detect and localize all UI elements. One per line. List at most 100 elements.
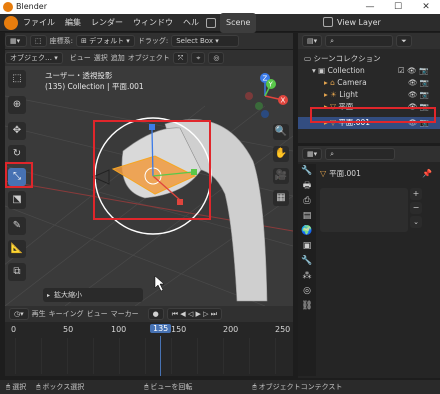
- pin-icon[interactable]: 📌: [422, 169, 432, 178]
- menu-timeline-view[interactable]: ビュー: [87, 309, 108, 319]
- camera-view-icon[interactable]: 🎥: [273, 168, 289, 184]
- collection-icon: ▾ ▣: [312, 66, 328, 75]
- list-add-button[interactable]: +: [410, 188, 422, 200]
- svg-text:Z: Z: [263, 75, 268, 83]
- properties-tab-icons[interactable]: 🔧 🖶 ⎙ ▤ 🌍 ▣ 🔧 ⁂ ◎ ⛓: [298, 164, 316, 314]
- menu-keying[interactable]: キーイング: [49, 309, 84, 319]
- frame-tick-150: 150: [171, 325, 187, 334]
- frame-tick-100: 100: [111, 325, 127, 334]
- menu-view[interactable]: ビュー: [70, 53, 91, 63]
- list-menu-button[interactable]: ⌄: [410, 216, 422, 228]
- minimize-button[interactable]: —: [356, 0, 384, 14]
- scale-tool-highlight: [5, 162, 33, 188]
- menu-marker[interactable]: マーカー: [111, 309, 139, 319]
- viewport-nav-buttons: 🔍 ✋ 🎥 ▦: [273, 124, 289, 206]
- menu-add[interactable]: 追加: [111, 53, 125, 63]
- menu-help[interactable]: ヘル: [178, 14, 204, 32]
- snap-icon[interactable]: ⌖: [191, 52, 206, 64]
- record-button[interactable]: ●: [147, 308, 164, 320]
- select-tool-button[interactable]: ⬚: [8, 70, 26, 88]
- svg-text:Y: Y: [268, 81, 274, 89]
- menu-playback[interactable]: 再生: [32, 309, 46, 319]
- blender-logo-icon: [3, 2, 13, 12]
- maximize-button[interactable]: ☐: [384, 0, 412, 14]
- blender-menu-icon[interactable]: [4, 15, 18, 30]
- outliner-header: ▤▾ ⌕ ⏷: [298, 33, 440, 49]
- menu-window[interactable]: ウィンドウ: [128, 14, 178, 32]
- editor-type-icon[interactable]: ▦▾: [5, 35, 27, 47]
- frame-tick-50: 50: [63, 325, 74, 334]
- viewport-header-tools: ▦▾ ⬚ 座標系: ⊞ デフォルト ▾ ドラッグ: Select Box ▾: [5, 33, 293, 49]
- transform-pivot-icon[interactable]: ⤧: [172, 52, 189, 64]
- outliner-selection-highlight: [310, 107, 436, 123]
- viewport-header-menus: オブジェク… ▾ ビュー 選択 追加 オブジェクト ⤧ ⌖ ◎: [5, 50, 293, 66]
- properties-editor-type-icon[interactable]: ▦▾: [302, 148, 323, 160]
- orientation-label: 座標系:: [49, 37, 73, 45]
- outliner-row-camera[interactable]: ▸ ⌂ Camera 👁 📷: [298, 77, 440, 89]
- outliner-row-light[interactable]: ▸ ☀ Light 👁 📷: [298, 89, 440, 101]
- drag-dropdown[interactable]: Select Box ▾: [171, 35, 240, 47]
- filter-icon[interactable]: ⏷: [396, 35, 412, 47]
- status-rotate-view: ビューを回転: [150, 383, 193, 391]
- playback-controls[interactable]: ⏮ ◀ ◁ ▶ ▷ ⏭: [166, 308, 222, 320]
- camera-visibility-icons[interactable]: 👁 📷: [408, 77, 429, 89]
- current-frame-indicator[interactable]: 135: [150, 324, 172, 333]
- scene-selector[interactable]: Scene: [220, 12, 257, 33]
- 3d-viewport[interactable]: ユーザー・透視投影 (135) Collection | 平面.001 ⬚ ⊕ …: [5, 66, 293, 306]
- ortho-grid-icon[interactable]: ▦: [273, 190, 289, 206]
- outliner-search[interactable]: ⌕: [325, 35, 394, 47]
- rotate-tool-button[interactable]: ↻: [8, 145, 26, 163]
- status-select: 選択: [12, 383, 27, 391]
- top-menu-bar: ファイル 編集 レンダー ウィンドウ ヘル Scene View Layer: [0, 12, 440, 33]
- tool-settings-icon[interactable]: ⬚: [30, 35, 47, 47]
- pan-hand-icon[interactable]: ✋: [273, 146, 289, 162]
- mode-selector[interactable]: オブジェク… ▾: [5, 52, 63, 64]
- add-cube-tool-button[interactable]: ⧉: [8, 263, 26, 281]
- collection-info: (135) Collection | 平面.001: [45, 82, 144, 91]
- mouse-middle-icon: 🖱: [36, 382, 41, 391]
- frame-tick-200: 200: [223, 325, 239, 334]
- transform-tool-button[interactable]: ⬔: [8, 191, 26, 209]
- zoom-icon[interactable]: 🔍: [273, 124, 289, 140]
- cursor-tool-button[interactable]: ⊕: [8, 96, 26, 114]
- light-visibility-icons[interactable]: 👁 📷: [408, 89, 429, 101]
- timeline-header: ◷▾ 再生 キーイング ビュー マーカー ● ⏮ ◀ ◁ ▶ ▷ ⏭: [5, 306, 293, 322]
- close-button[interactable]: ✕: [412, 0, 440, 14]
- menu-edit[interactable]: 編集: [60, 14, 86, 32]
- proportional-edit-icon[interactable]: ◎: [208, 52, 225, 64]
- svg-text:X: X: [281, 97, 286, 105]
- outliner-row-collection[interactable]: ▾ ▣ Collection ☑ 👁 📷: [298, 65, 440, 77]
- menu-render[interactable]: レンダー: [86, 14, 128, 32]
- properties-panel: ▦▾ ⌕ 🔧 🖶 ⎙ ▤ 🌍 ▣ 🔧 ⁂ ◎ ⛓ ▽ 平面.001 📌 + − ⌄: [298, 146, 440, 378]
- object-mesh-icon: ▽: [320, 168, 327, 178]
- mouse-right-icon: 🖱: [144, 382, 149, 391]
- timeline-track[interactable]: [15, 338, 291, 374]
- object-name: 平面.001: [329, 168, 361, 178]
- move-tool-button[interactable]: ✥: [8, 122, 26, 140]
- view-name: ユーザー・透視投影: [45, 71, 113, 80]
- properties-search[interactable]: ⌕: [325, 148, 396, 160]
- frame-ruler[interactable]: 0 50 100 150 200 250 135: [5, 324, 293, 336]
- last-operation-panel[interactable]: ▸ 拡大縮小: [43, 288, 143, 302]
- object-name-row: ▽ 平面.001 📌: [320, 166, 436, 180]
- menu-object[interactable]: オブジェクト: [128, 53, 170, 63]
- outliner-editor-type-icon[interactable]: ▤▾: [302, 35, 323, 47]
- outliner-panel: ▤▾ ⌕ ⏷ ▭ シーンコレクション ▾ ▣ Collection ☑ 👁 📷 …: [298, 33, 440, 143]
- timeline-editor-type-icon[interactable]: ◷▾: [9, 308, 29, 320]
- menu-file[interactable]: ファイル: [18, 14, 60, 32]
- drag-label: ドラッグ:: [137, 37, 169, 45]
- collection-visibility-icons[interactable]: ☑ 👁 📷: [398, 65, 428, 77]
- properties-tabs: 🔧 🖶 ⎙ ▤ 🌍 ▣ 🔧 ⁂ ◎ ⛓: [298, 164, 316, 376]
- menu-select[interactable]: 選択: [94, 53, 108, 63]
- measure-tool-button[interactable]: 📐: [8, 240, 26, 258]
- status-context: オブジェクトコンテクスト: [258, 383, 343, 391]
- orientation-dropdown[interactable]: ⊞ デフォルト ▾: [75, 35, 135, 47]
- window-title-bar: Blender — ☐ ✕: [0, 0, 440, 14]
- navigation-gizmo[interactable]: Z Y X: [239, 70, 291, 122]
- list-remove-button[interactable]: −: [410, 202, 422, 214]
- view-layer-selector[interactable]: View Layer: [332, 14, 386, 32]
- scene-collection-row[interactable]: ▭ シーンコレクション: [298, 53, 440, 65]
- annotate-tool-button[interactable]: ✎: [8, 217, 26, 235]
- scene-icon: [206, 17, 216, 28]
- status-bar: 🖱 選択 🖱 ボックス選択 🖱 ビューを回転 🖱 オブジェクトコンテクスト: [0, 380, 440, 394]
